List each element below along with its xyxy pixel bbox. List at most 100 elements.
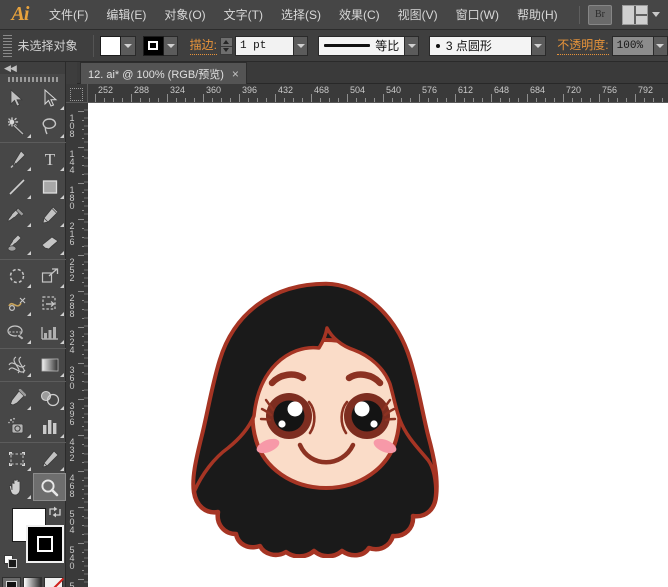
menu-help[interactable]: 帮助(H)	[508, 0, 567, 30]
artboard-artwork[interactable]	[176, 278, 476, 558]
ruler-label: 288	[134, 85, 149, 95]
eyedropper-tool[interactable]	[0, 384, 33, 412]
document-tab-bar: 12. ai* @ 100% (RGB/预览) ×	[77, 62, 668, 84]
canvas-area[interactable]	[88, 103, 668, 587]
stroke-weight-input[interactable]: 1 pt	[235, 36, 294, 56]
stroke-weight-label[interactable]: 描边:	[190, 36, 217, 55]
selection-tool[interactable]	[0, 84, 33, 112]
stroke-weight-stepper[interactable]	[220, 37, 233, 55]
stroke-profile-preview-icon	[324, 44, 371, 47]
stroke-swatch[interactable]	[143, 36, 164, 56]
ruler-label: 468	[314, 85, 329, 95]
ruler-label: 360	[206, 85, 221, 95]
perspective-grid-tool[interactable]	[0, 318, 33, 346]
line-segment-tool[interactable]	[0, 173, 33, 201]
fill-swatch[interactable]	[100, 36, 121, 56]
ruler-label: 720	[566, 85, 581, 95]
brush-definition-select[interactable]: 3 点圆形	[429, 36, 532, 56]
mesh-tool[interactable]	[0, 351, 33, 379]
scale-tool[interactable]	[33, 262, 66, 290]
ruler-label: 1 8 0	[67, 186, 77, 210]
menu-select[interactable]: 选择(S)	[272, 0, 330, 30]
stroke-profile-dropdown[interactable]	[405, 36, 419, 56]
menu-file[interactable]: 文件(F)	[40, 0, 97, 30]
opacity-dropdown[interactable]	[654, 36, 668, 56]
chevron-down-icon	[408, 44, 416, 48]
default-fill-stroke-icon[interactable]	[4, 555, 18, 569]
stroke-swatch-inner	[37, 536, 53, 552]
graph-tool[interactable]	[33, 318, 66, 346]
tool-separator	[0, 259, 66, 260]
pen-tool[interactable]	[0, 145, 33, 173]
none-button[interactable]	[44, 577, 63, 587]
width-tool[interactable]	[0, 290, 33, 318]
blob-brush-tool[interactable]	[0, 229, 33, 257]
lasso-tool[interactable]	[33, 112, 66, 140]
menu-effect[interactable]: 效果(C)	[330, 0, 389, 30]
artboard-tool[interactable]	[0, 445, 33, 473]
close-icon[interactable]: ×	[232, 67, 239, 81]
ruler-label: 4 6 8	[67, 474, 77, 498]
ruler-label: 324	[170, 85, 185, 95]
direct-selection-tool[interactable]	[33, 84, 66, 112]
menu-object[interactable]: 对象(O)	[155, 0, 214, 30]
ruler-label: 1 0 8	[67, 114, 77, 138]
ruler-origin-corner[interactable]	[66, 84, 88, 103]
color-button[interactable]	[2, 577, 21, 587]
menu-window[interactable]: 窗口(W)	[447, 0, 508, 30]
document-tab[interactable]: 12. ai* @ 100% (RGB/预览) ×	[80, 62, 247, 84]
menu-type[interactable]: 文字(T)	[215, 0, 272, 30]
tool-separator	[0, 442, 66, 443]
opacity-label[interactable]: 不透明度:	[557, 36, 608, 55]
ruler-label: 3 9 6	[67, 402, 77, 426]
stroke-color-swatch[interactable]	[26, 525, 64, 563]
ruler-tick-major	[347, 94, 348, 103]
eraser-tool[interactable]	[33, 229, 66, 257]
ruler-label: 5 0 4	[67, 510, 77, 534]
brush-definition-dropdown[interactable]	[532, 36, 546, 56]
stepper-down-button[interactable]	[220, 46, 233, 55]
hand-tool[interactable]	[0, 473, 33, 501]
chevron-down-icon	[652, 12, 660, 17]
zoom-tool[interactable]	[33, 473, 66, 501]
ruler-label: 576	[422, 85, 437, 95]
stroke-swatch-inner	[148, 41, 158, 50]
gradient-button[interactable]	[23, 577, 42, 587]
gradient-tool[interactable]	[33, 351, 66, 379]
ruler-tick-major	[527, 94, 528, 103]
blend-tool[interactable]	[33, 384, 66, 412]
type-tool[interactable]: T	[33, 145, 66, 173]
tools-panel-grip[interactable]	[0, 74, 65, 84]
color-chip-icon	[6, 581, 17, 587]
ruler-tick-major	[167, 94, 168, 103]
stroke-profile-select[interactable]: 等比	[318, 36, 406, 56]
workspace-switcher[interactable]	[622, 5, 660, 25]
ruler-tick-major	[599, 94, 600, 103]
ruler-label: 2 1 6	[67, 222, 77, 246]
stepper-up-button[interactable]	[220, 37, 233, 46]
paintbrush-tool[interactable]	[0, 201, 33, 229]
collapse-panel-button[interactable]: ◀◀	[4, 63, 16, 74]
pencil-tool[interactable]	[33, 201, 66, 229]
swap-fill-stroke-icon[interactable]	[48, 505, 62, 519]
horizontal-ruler[interactable]: 2522883243603964324685045405766126486847…	[88, 84, 668, 103]
stroke-swatch-dropdown[interactable]	[164, 36, 178, 56]
rotate-tool[interactable]	[0, 262, 33, 290]
shape-builder-tool[interactable]	[33, 290, 66, 318]
illustrator-window: Ai 文件(F) 编辑(E) 对象(O) 文字(T) 选择(S) 效果(C) 视…	[0, 0, 668, 587]
control-bar-grip[interactable]	[3, 35, 12, 57]
ruler-tick-major	[95, 94, 96, 103]
stroke-weight-dropdown[interactable]	[294, 36, 308, 56]
slice-tool[interactable]	[33, 445, 66, 473]
rectangle-tool[interactable]	[33, 173, 66, 201]
brush-definition-label: 3 点圆形	[446, 37, 492, 54]
fill-swatch-dropdown[interactable]	[121, 36, 135, 56]
column-graph-tool[interactable]	[33, 412, 66, 440]
magic-wand-tool[interactable]	[0, 112, 33, 140]
symbol-sprayer-tool[interactable]	[0, 412, 33, 440]
menu-view[interactable]: 视图(V)	[389, 0, 447, 30]
menu-edit[interactable]: 编辑(E)	[97, 0, 155, 30]
bridge-button[interactable]: Br	[588, 5, 612, 25]
tool-separator	[0, 381, 66, 382]
opacity-input[interactable]: 100%	[612, 36, 654, 56]
